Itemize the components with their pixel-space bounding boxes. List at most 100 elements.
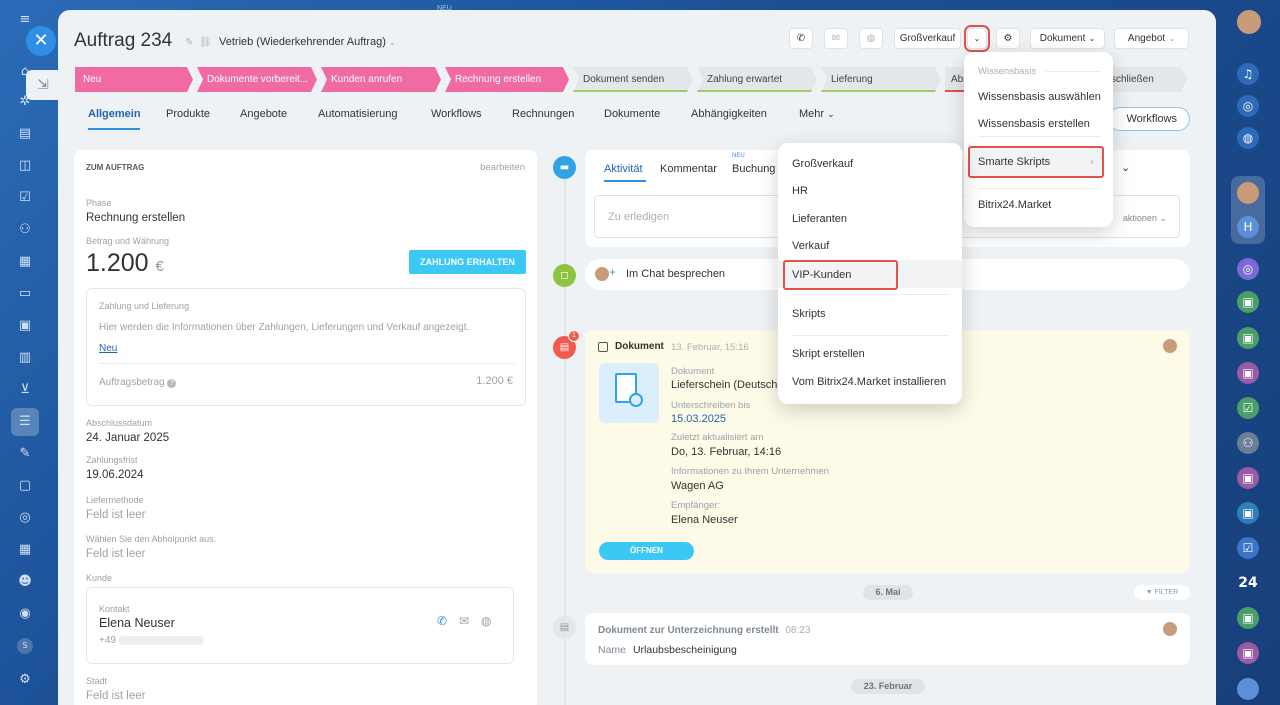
activity-tab-buchung[interactable]: Buchung — [732, 163, 775, 175]
task-chat-icon[interactable]: ☑ — [1237, 397, 1259, 419]
script-item-lieferanten[interactable]: Lieferanten — [792, 213, 847, 225]
open-document-button[interactable]: ÖFFNEN — [599, 542, 694, 560]
tab-abhaengigkeiten[interactable]: Abhängigkeiten — [691, 108, 767, 120]
script-item-skripts[interactable]: Skripts — [792, 308, 826, 320]
due-label: Zahlungsfrist — [86, 455, 138, 465]
close-date-label: Abschlussdatum — [86, 418, 153, 428]
reports-icon[interactable]: ▣ — [17, 318, 33, 334]
script-item-create[interactable]: Skript erstellen — [792, 348, 865, 360]
minimize-slider-icon[interactable]: ⇲ — [26, 70, 60, 100]
lock-chat-icon-2[interactable]: ▣ — [1237, 327, 1259, 349]
tab-produkte[interactable]: Produkte — [166, 108, 210, 120]
call-button[interactable]: ✆ — [789, 28, 813, 49]
stage-zahlung-erwartet[interactable]: Zahlung erwartet — [697, 67, 817, 92]
chat-avatar-lu[interactable] — [1237, 678, 1259, 700]
lock-chat-icon-3[interactable]: ▣ — [1237, 362, 1259, 384]
billing-icon[interactable]: ▭ — [17, 286, 33, 302]
open-channel-icon[interactable]: ◎ — [1237, 258, 1259, 280]
contact-name[interactable]: Elena Neuser — [99, 616, 175, 630]
settings-icon[interactable]: ⚙ — [17, 672, 33, 688]
calendar-icon[interactable]: ▦ — [17, 542, 33, 558]
stage-kunden-anrufen[interactable]: Kunden anrufen — [321, 67, 441, 92]
workflows-button[interactable]: Workflows — [1108, 107, 1190, 131]
tab-mehr[interactable]: Mehr ⌄ — [799, 108, 835, 120]
tab-allgemein[interactable]: Allgemein — [88, 108, 141, 120]
crm-icon[interactable]: ☰ — [17, 414, 33, 430]
contact-chat-icon[interactable]: ◍ — [481, 614, 491, 628]
stage-neu[interactable]: Neu — [75, 67, 193, 92]
price-type-button[interactable]: Großverkauf — [894, 28, 961, 49]
help-icon[interactable]: ? — [167, 379, 177, 388]
group-chat-icon[interactable]: ⚇ — [1237, 432, 1259, 454]
price-type-label: Großverkauf — [899, 33, 956, 44]
documents-icon[interactable]: ▦ — [17, 254, 33, 270]
offer-button[interactable]: Angebot ⌄ — [1114, 28, 1189, 49]
smart-scripts-item[interactable]: Smarte Skripts › — [968, 146, 1104, 178]
tab-automatisierung[interactable]: Automatisierung — [318, 108, 398, 120]
edit-link[interactable]: bearbeiten — [480, 162, 525, 173]
menu-item-bitrix24-market[interactable]: Bitrix24.Market — [978, 199, 1051, 211]
cart-icon[interactable]: ⊻ — [17, 382, 33, 398]
lock-chat-icon-1[interactable]: ▣ — [1237, 291, 1259, 313]
tab-workflows[interactable]: Workflows — [431, 108, 482, 120]
lock-chat-icon-7[interactable]: ▣ — [1237, 642, 1259, 664]
checklist-icon[interactable]: ☑ — [17, 190, 33, 206]
contact-call-icon[interactable]: ✆ — [437, 614, 447, 628]
stage-lieferung[interactable]: Lieferung — [821, 67, 941, 92]
stage-schliessen[interactable]: schließen — [1105, 67, 1187, 92]
pipeline-select[interactable]: Vetrieb (Wiederkehrender Auftrag) ⌄ — [219, 36, 396, 48]
chat-icon[interactable]: ◫ — [17, 158, 33, 174]
bitrix24-badge[interactable]: 24 — [1237, 572, 1259, 594]
menu-icon[interactable]: ≡ — [17, 12, 33, 28]
tab-dokumente[interactable]: Dokumente — [604, 108, 660, 120]
tasks-icon[interactable]: ▤ — [17, 126, 33, 142]
chat-button[interactable]: ◍ — [859, 28, 883, 49]
chat-avatar-h[interactable]: H — [1237, 216, 1259, 238]
receive-payment-button[interactable]: ZAHLUNG ERHALTEN — [409, 250, 526, 274]
edit-icon[interactable]: ✎ — [17, 446, 33, 462]
settings-button[interactable]: ⚙ — [996, 28, 1020, 49]
script-item-install-market[interactable]: Vom Bitrix24.Market installieren — [792, 376, 946, 388]
user-avatar[interactable] — [1237, 10, 1261, 34]
edit-title-icon[interactable]: ✎ — [185, 37, 193, 48]
notifications-icon[interactable]: ♫ — [1237, 63, 1259, 85]
lock-chat-icon-5[interactable]: ▣ — [1237, 502, 1259, 524]
email-button[interactable]: ✉ — [824, 28, 848, 49]
tab-rechnungen[interactable]: Rechnungen — [512, 108, 574, 120]
task-chat-icon-2[interactable]: ☑ — [1237, 537, 1259, 559]
filter-button[interactable]: ▼ FILTER — [1134, 585, 1190, 600]
activity-more-chevron-icon[interactable]: ⌄ — [1121, 161, 1130, 174]
lock-chat-icon-4[interactable]: ▣ — [1237, 467, 1259, 489]
document-preview-icon[interactable] — [599, 363, 659, 423]
stage-dokument-senden[interactable]: Dokument senden — [573, 67, 693, 92]
small-avatar-s[interactable]: S — [17, 638, 33, 654]
script-item-hr[interactable]: HR — [792, 185, 808, 197]
script-item-grossverkauf[interactable]: Großverkauf — [792, 158, 853, 170]
activity-tab-kommentar[interactable]: Kommentar — [660, 163, 717, 175]
mail-icon[interactable]: ◎ — [17, 510, 33, 526]
search-chat-icon[interactable]: ◍ — [1237, 127, 1259, 149]
stage-rechnung-erstellen[interactable]: Rechnung erstellen — [445, 67, 569, 92]
activity-icon[interactable]: ◎ — [1237, 95, 1259, 117]
document-checkbox[interactable] — [598, 342, 608, 352]
copy-link-icon[interactable]: ⛓ — [199, 37, 212, 48]
analytics-icon[interactable]: ▥ — [17, 350, 33, 366]
robot-icon[interactable]: ☻ — [17, 574, 33, 590]
lock-chat-icon-6[interactable]: ▣ — [1237, 607, 1259, 629]
menu-item-select-knowledge[interactable]: Wissensbasis auswählen — [978, 91, 1101, 103]
target-icon[interactable]: ◉ — [17, 606, 33, 622]
price-type-dropdown-button[interactable]: ⌄ — [964, 25, 990, 52]
activity-tab-aktivitaet[interactable]: Aktivität — [604, 163, 643, 175]
payment-new-link[interactable]: Neu — [99, 343, 117, 354]
menu-item-create-knowledge[interactable]: Wissensbasis erstellen — [978, 118, 1090, 130]
document-button[interactable]: Dokument ⌄ — [1030, 28, 1105, 49]
close-slider-button[interactable]: ✕ — [26, 26, 56, 56]
script-item-verkauf[interactable]: Verkauf — [792, 240, 829, 252]
contact-mail-icon[interactable]: ✉ — [459, 614, 469, 628]
stage-dokumente[interactable]: Dokumente vorbereit... — [197, 67, 317, 92]
terminal-icon[interactable]: ▢ — [17, 478, 33, 494]
contacts-icon[interactable]: ⚇ — [17, 222, 33, 238]
chat-avatar-1[interactable] — [1237, 182, 1259, 204]
tab-angebote[interactable]: Angebote — [240, 108, 287, 120]
script-item-vip-kunden[interactable]: VIP-Kunden — [783, 260, 898, 290]
